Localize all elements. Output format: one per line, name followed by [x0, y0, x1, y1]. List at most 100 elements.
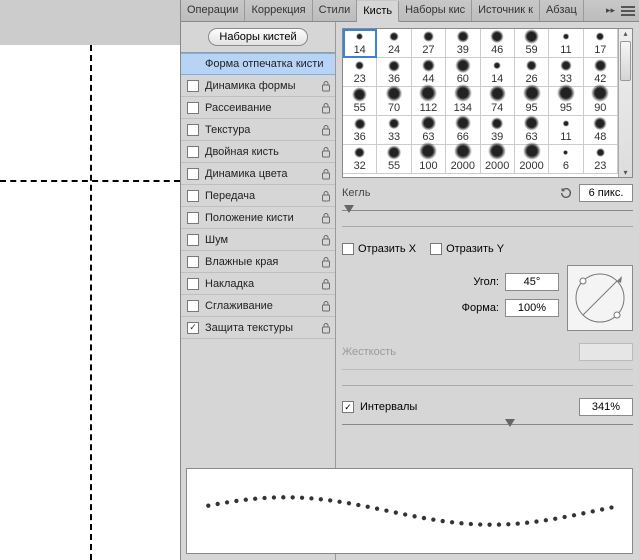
brush-tip[interactable]: 74 — [481, 87, 515, 116]
option-checkbox[interactable] — [187, 146, 199, 158]
brush-tip[interactable]: 11 — [549, 116, 583, 145]
flip-x-checkbox[interactable] — [342, 243, 354, 255]
brush-option-7[interactable]: Положение кисти — [181, 207, 335, 229]
reset-size-icon[interactable] — [559, 186, 573, 200]
flip-y-checkbox[interactable] — [430, 243, 442, 255]
option-checkbox[interactable] — [187, 234, 199, 246]
option-checkbox[interactable] — [187, 300, 199, 312]
brush-tip[interactable]: 23 — [343, 58, 377, 87]
option-checkbox[interactable] — [187, 102, 199, 114]
brush-tip[interactable]: 66 — [446, 116, 480, 145]
brush-tip[interactable]: 48 — [584, 116, 618, 145]
brush-tip[interactable]: 95 — [515, 87, 549, 116]
spacing-slider[interactable] — [342, 420, 633, 430]
brush-tip[interactable]: 33 — [549, 58, 583, 87]
lock-icon — [321, 278, 331, 290]
option-checkbox[interactable]: ✓ — [187, 322, 199, 334]
brush-tip[interactable]: 2000 — [481, 145, 515, 174]
collapse-icon[interactable]: ▸▸ — [606, 5, 615, 16]
brush-tip[interactable]: 95 — [549, 87, 583, 116]
brush-tip[interactable]: 2000 — [446, 145, 480, 174]
brush-option-0[interactable]: Форма отпечатка кисти — [181, 53, 335, 75]
brush-tip[interactable]: 44 — [412, 58, 446, 87]
brush-tip[interactable]: 55 — [377, 145, 411, 174]
option-checkbox[interactable] — [187, 124, 199, 136]
scrollbar-thumb[interactable] — [620, 41, 631, 81]
brush-tip[interactable]: 39 — [446, 29, 480, 58]
brush-option-3[interactable]: Текстура — [181, 119, 335, 141]
brush-tip[interactable]: 39 — [481, 116, 515, 145]
brush-option-10[interactable]: Накладка — [181, 273, 335, 295]
tab-paragraph[interactable]: Абзац — [540, 0, 584, 21]
panel-menu-icon[interactable] — [621, 6, 635, 16]
brush-option-11[interactable]: Сглаживание — [181, 295, 335, 317]
brush-option-9[interactable]: Влажные края — [181, 251, 335, 273]
brush-tip[interactable]: 11 — [549, 29, 583, 58]
brush-tip[interactable]: 70 — [377, 87, 411, 116]
spacing-checkbox[interactable]: ✓ — [342, 401, 354, 413]
brush-tip[interactable]: 100 — [412, 145, 446, 174]
brush-tip[interactable]: 14 — [481, 58, 515, 87]
roundness-input[interactable] — [505, 299, 559, 317]
brush-tip[interactable]: 23 — [584, 145, 618, 174]
option-label: Рассеивание — [205, 102, 321, 114]
angle-input[interactable] — [505, 273, 559, 291]
option-checkbox[interactable] — [187, 190, 199, 202]
option-label: Динамика цвета — [205, 168, 321, 180]
brush-tip[interactable]: 26 — [515, 58, 549, 87]
flip-y-label: Отразить Y — [446, 243, 504, 255]
brush-tip[interactable]: 24 — [377, 29, 411, 58]
brush-tip[interactable]: 112 — [412, 87, 446, 116]
brush-tip[interactable]: 6 — [549, 145, 583, 174]
brush-option-8[interactable]: Шум — [181, 229, 335, 251]
lock-icon — [321, 146, 331, 158]
size-input[interactable] — [579, 184, 633, 202]
brush-tip[interactable]: 42 — [584, 58, 618, 87]
option-checkbox[interactable] — [187, 212, 199, 224]
tab-brush[interactable]: Кисть — [357, 1, 399, 22]
brush-tip[interactable]: 36 — [343, 116, 377, 145]
brush-tip[interactable]: 60 — [446, 58, 480, 87]
option-checkbox[interactable] — [187, 80, 199, 92]
tab-clone-source[interactable]: Источник к — [472, 0, 540, 21]
brush-scrollbar[interactable]: ▴ ▾ — [618, 29, 632, 177]
spacing-input[interactable] — [579, 398, 633, 416]
option-label: Двойная кисть — [205, 146, 321, 158]
size-label: Кегль — [342, 187, 370, 199]
angle-widget[interactable] — [567, 265, 633, 331]
option-label: Передача — [205, 190, 321, 202]
tab-correction[interactable]: Коррекция — [245, 0, 312, 21]
brush-option-5[interactable]: Динамика цвета — [181, 163, 335, 185]
brush-tip[interactable]: 36 — [377, 58, 411, 87]
option-label: Накладка — [205, 278, 321, 290]
brush-tip[interactable]: 63 — [515, 116, 549, 145]
brush-tip[interactable]: 46 — [481, 29, 515, 58]
brush-option-12[interactable]: ✓Защита текстуры — [181, 317, 335, 339]
brush-option-2[interactable]: Рассеивание — [181, 97, 335, 119]
brush-tip[interactable]: 32 — [343, 145, 377, 174]
brush-tip[interactable]: 63 — [412, 116, 446, 145]
brush-presets-button[interactable]: Наборы кистей — [208, 28, 307, 46]
brush-tip[interactable]: 14 — [343, 29, 377, 58]
brush-option-6[interactable]: Передача — [181, 185, 335, 207]
brush-tip[interactable]: 90 — [584, 87, 618, 116]
option-checkbox[interactable] — [187, 256, 199, 268]
brush-tip[interactable]: 27 — [412, 29, 446, 58]
brush-option-1[interactable]: Динамика формы — [181, 75, 335, 97]
brush-tip[interactable]: 55 — [343, 87, 377, 116]
tab-styles[interactable]: Стили — [313, 0, 358, 21]
hardness-slider — [342, 365, 633, 375]
brush-tip[interactable]: 2000 — [515, 145, 549, 174]
brush-tip[interactable]: 33 — [377, 116, 411, 145]
tab-brush-presets[interactable]: Наборы кис — [399, 0, 472, 21]
brush-tip[interactable]: 134 — [446, 87, 480, 116]
brush-tip[interactable]: 17 — [584, 29, 618, 58]
option-checkbox[interactable] — [187, 168, 199, 180]
brush-option-4[interactable]: Двойная кисть — [181, 141, 335, 163]
tab-operations[interactable]: Операции — [181, 0, 245, 21]
size-slider[interactable] — [342, 206, 633, 216]
brush-tip[interactable]: 59 — [515, 29, 549, 58]
option-label: Положение кисти — [205, 212, 321, 224]
option-checkbox[interactable] — [187, 278, 199, 290]
lock-icon — [321, 190, 331, 202]
